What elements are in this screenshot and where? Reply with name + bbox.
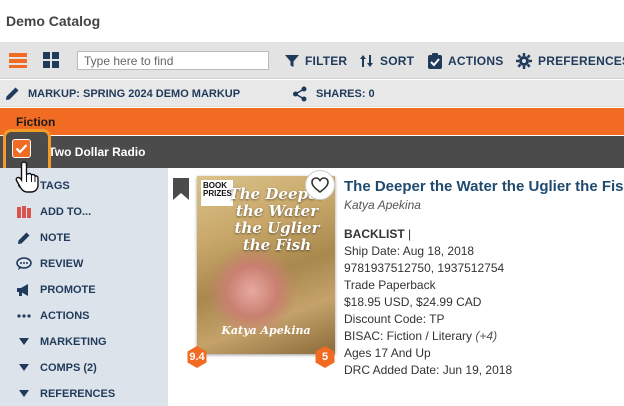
filter-label: FILTER bbox=[305, 53, 348, 68]
checkmark-icon bbox=[15, 144, 28, 154]
book-details: The Deeper the Water the Uglier the Fish… bbox=[344, 178, 624, 212]
book-author[interactable]: Katya Apekina bbox=[344, 198, 624, 212]
sidebar-item-label: TAGS bbox=[40, 180, 70, 192]
bisac-more-link[interactable]: (+4) bbox=[475, 329, 497, 343]
sidebar-item-add-to[interactable]: ADD TO... bbox=[14, 201, 91, 223]
sort-icon bbox=[360, 54, 373, 67]
share-icon bbox=[293, 86, 307, 101]
book-cover[interactable]: BOOK PRIZES The Deeper the Water the Ugl… bbox=[197, 176, 335, 354]
title-sidebar: TAGS ADD TO... NOTE REVIEW PROMOTE ACTIO… bbox=[0, 168, 168, 406]
markup-bar: MARKUP: SPRING 2024 DEMO MARKUP SHARES: … bbox=[0, 80, 624, 107]
ship-date: Ship Date: Aug 18, 2018 bbox=[344, 244, 475, 258]
markup-selector[interactable]: MARKUP: SPRING 2024 DEMO MARKUP bbox=[5, 80, 240, 107]
actions-button[interactable]: ACTIONS bbox=[428, 42, 503, 79]
actions-label: ACTIONS bbox=[448, 53, 504, 68]
sort-button[interactable]: SORT bbox=[360, 42, 414, 79]
sidebar-item-actions[interactable]: ACTIONS bbox=[14, 305, 90, 327]
sidebar-item-label: COMPS (2) bbox=[40, 362, 97, 374]
gear-icon bbox=[516, 52, 532, 69]
caret-down-icon bbox=[14, 364, 34, 372]
speech-bubble-icon bbox=[14, 257, 34, 271]
books-icon bbox=[14, 205, 34, 219]
score-right-value: 5 bbox=[321, 351, 329, 363]
app-title: Demo Catalog bbox=[6, 13, 101, 29]
pencil-icon bbox=[14, 231, 34, 245]
format: Trade Paperback bbox=[344, 278, 436, 292]
sort-label: SORT bbox=[380, 53, 415, 68]
status-separator: | bbox=[408, 227, 412, 241]
select-title-checkbox[interactable] bbox=[12, 139, 31, 158]
filter-icon bbox=[285, 54, 299, 67]
publisher-header[interactable]: 1. Two Dollar Radio bbox=[0, 136, 624, 168]
book-metadata: BACKLIST | Ship Date: Aug 18, 2018 97819… bbox=[344, 226, 512, 379]
grid-view-icon[interactable] bbox=[41, 51, 61, 69]
sidebar-item-note[interactable]: NOTE bbox=[14, 227, 71, 249]
favorite-button[interactable] bbox=[305, 170, 335, 200]
sidebar-item-review[interactable]: REVIEW bbox=[14, 253, 83, 275]
drc-added-date: DRC Added Date: Jun 19, 2018 bbox=[344, 363, 513, 377]
bisac: BISAC: Fiction / Literary bbox=[344, 329, 473, 343]
sidebar-item-label: ACTIONS bbox=[40, 310, 90, 322]
status-line: BACKLIST | bbox=[344, 226, 512, 243]
sidebar-item-marketing[interactable]: MARKETING bbox=[14, 331, 107, 353]
title-bar: Demo Catalog bbox=[0, 0, 624, 42]
hand-cursor-icon bbox=[15, 161, 39, 193]
price: $18.95 USD, $24.99 CAD bbox=[344, 295, 482, 309]
filter-button[interactable]: FILTER bbox=[285, 42, 347, 79]
section-header[interactable]: Fiction bbox=[0, 108, 624, 135]
shares-label: SHARES: 0 bbox=[316, 87, 375, 100]
caret-down-icon bbox=[14, 390, 34, 398]
sidebar-item-label: MARKETING bbox=[40, 336, 107, 348]
sidebar-item-label: ADD TO... bbox=[40, 206, 92, 218]
clipboard-check-icon bbox=[428, 52, 442, 69]
pencil-icon bbox=[6, 87, 19, 100]
score-left-value: 9.4 bbox=[189, 351, 205, 363]
markup-label: MARKUP: SPRING 2024 DEMO MARKUP bbox=[28, 87, 241, 100]
publisher-label: 1. Two Dollar Radio bbox=[35, 145, 146, 159]
bisac-line: BISAC: Fiction / Literary (+4) bbox=[344, 328, 512, 345]
search-input[interactable] bbox=[77, 51, 269, 70]
book-title-link[interactable]: The Deeper the Water the Uglier the Fish bbox=[344, 178, 624, 195]
discount-code: Discount Code: TP bbox=[344, 312, 445, 326]
sidebar-item-label: REVIEW bbox=[40, 258, 84, 270]
ages: Ages 17 And Up bbox=[344, 346, 431, 360]
megaphone-icon bbox=[14, 283, 34, 297]
ellipsis-icon bbox=[14, 313, 34, 319]
bookmark-icon[interactable] bbox=[172, 178, 190, 200]
sidebar-item-label: PROMOTE bbox=[40, 284, 96, 296]
sidebar-item-promote[interactable]: PROMOTE bbox=[14, 279, 96, 301]
heart-icon bbox=[311, 177, 329, 193]
caret-down-icon bbox=[14, 338, 34, 346]
cover-author: Katya Apekina bbox=[221, 324, 311, 337]
list-view-icon[interactable] bbox=[8, 51, 28, 69]
sidebar-item-label: REFERENCES bbox=[40, 388, 116, 400]
sidebar-item-references[interactable]: REFERENCES bbox=[14, 383, 115, 405]
shares-button[interactable]: SHARES: 0 bbox=[292, 80, 375, 107]
status-badge: BACKLIST bbox=[344, 227, 405, 241]
preferences-label: PREFERENCES bbox=[538, 53, 624, 68]
preferences-button[interactable]: PREFERENCES bbox=[516, 42, 624, 79]
cover-art bbox=[207, 246, 297, 336]
sidebar-item-label: NOTE bbox=[40, 232, 71, 244]
score-badge-right: 5 bbox=[314, 346, 336, 368]
isbns: 9781937512750, 1937512754 bbox=[344, 261, 505, 275]
section-label: Fiction bbox=[16, 115, 56, 129]
score-badge-left: 9.4 bbox=[186, 346, 208, 368]
sidebar-item-comps[interactable]: COMPS (2) bbox=[14, 357, 97, 379]
